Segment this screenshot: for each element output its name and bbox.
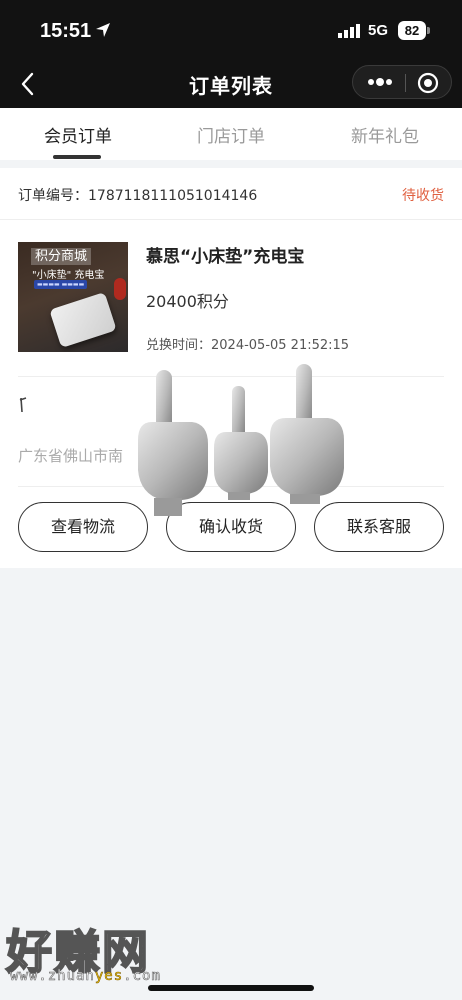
hand-sticker-left: [138, 370, 208, 516]
close-miniprogram-icon[interactable]: [417, 72, 439, 94]
watermark-url: www.zhuanyes.com: [10, 968, 161, 985]
top-bar: 15:51 5G 82 订单列表: [0, 0, 462, 108]
status-bar: 15:51 5G 82: [0, 0, 462, 62]
battery-icon: 82: [398, 21, 430, 40]
hand-sticker-right: [270, 364, 344, 504]
order-header: 订单编号：1787118111051014146 待收货: [0, 168, 462, 220]
exchange-time: 兑换时间：2024-05-05 21:52:15: [146, 338, 350, 353]
more-icon[interactable]: [367, 75, 393, 89]
product-name[interactable]: 慕思“小床垫”充电宝: [146, 242, 304, 267]
tab-member-orders[interactable]: 会员订单: [44, 122, 112, 147]
product-image[interactable]: 积分商城 "小床垫" 充电宝 ▬▬▬▬ ▬▬▬▬: [18, 242, 128, 352]
location-arrow-icon: [96, 23, 110, 37]
active-tab-indicator: [53, 155, 101, 159]
order-status-badge: 待收货: [402, 188, 444, 204]
miniprogram-capsule: [352, 65, 452, 99]
order-number: 订单编号：1787118111051014146: [18, 188, 258, 204]
product-image-tagline: ▬▬▬▬ ▬▬▬▬: [34, 280, 88, 289]
product-points: 20400积分: [146, 292, 229, 311]
tab-new-year-gift[interactable]: 新年礼包: [351, 122, 419, 147]
status-time: 15:51: [40, 20, 92, 42]
recipient-icon: [19, 397, 27, 413]
network-type: 5G: [368, 22, 389, 39]
points-mall-badge: 积分商城: [18, 245, 128, 265]
power-bank-picture: [49, 292, 117, 348]
hand-sticker-middle: [214, 386, 268, 500]
view-logistics-button[interactable]: 查看物流: [18, 502, 148, 552]
battery-level: 82: [398, 21, 426, 40]
order-tabs: 会员订单 门店订单 新年礼包: [0, 108, 462, 160]
decoration-picture: [114, 278, 126, 300]
cellular-signal-icon: [338, 24, 360, 38]
tab-store-orders[interactable]: 门店订单: [197, 122, 265, 147]
navigation-bar: 订单列表: [0, 62, 462, 108]
product-image-title: "小床垫" 充电宝: [32, 270, 105, 281]
hand-gesture-stickers: [138, 364, 344, 516]
home-indicator[interactable]: [148, 985, 314, 991]
